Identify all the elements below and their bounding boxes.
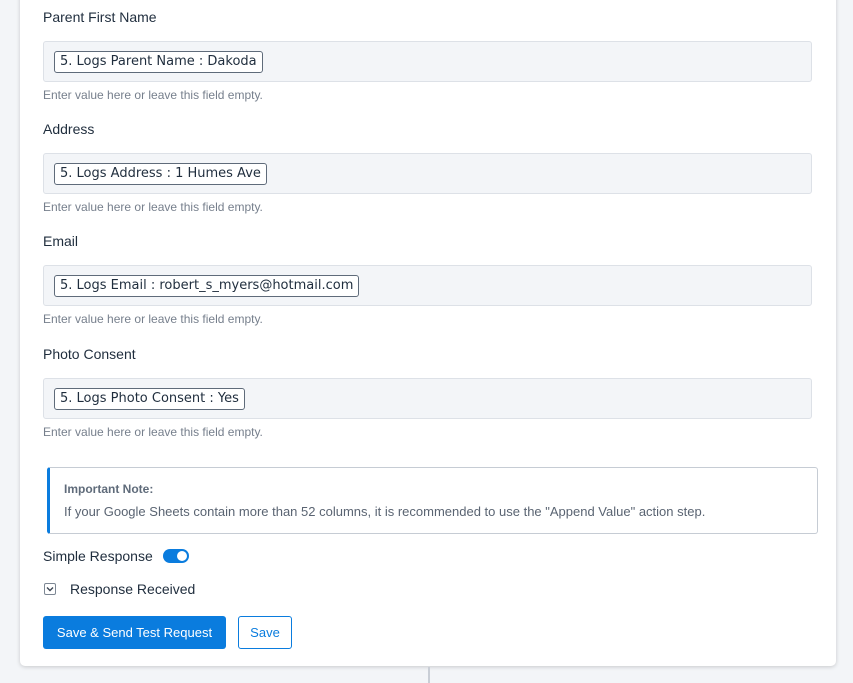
simple-response-toggle[interactable]: [162, 549, 189, 563]
field-input[interactable]: 5. Logs Email : robert_s_myers@hotmail.c…: [43, 265, 812, 306]
note-text: If your Google Sheets contain more than …: [64, 504, 706, 519]
form-card: Parent First Name 5. Logs Parent Name : …: [20, 0, 836, 666]
save-button[interactable]: Save: [238, 616, 292, 649]
field-label: Address: [43, 121, 95, 137]
mapped-value-chip[interactable]: 5. Logs Parent Name : Dakoda: [54, 51, 263, 73]
field-hint: Enter value here or leave this field emp…: [43, 312, 263, 326]
field-label: Email: [43, 233, 79, 249]
chevron-down-icon[interactable]: [44, 583, 56, 595]
simple-response-row: Simple Response: [43, 548, 189, 564]
important-note: Important Note: If your Google Sheets co…: [47, 467, 818, 534]
response-received-row[interactable]: Response Received: [44, 581, 195, 597]
field-input[interactable]: 5. Logs Parent Name : Dakoda: [43, 41, 812, 82]
field-input[interactable]: 5. Logs Address : 1 Humes Ave: [43, 153, 812, 194]
field-photo-consent: Photo Consent 5. Logs Photo Consent : Ye…: [43, 345, 812, 440]
field-hint: Enter value here or leave this field emp…: [43, 200, 263, 214]
mapped-value-chip[interactable]: 5. Logs Photo Consent : Yes: [54, 388, 245, 410]
field-email: Email 5. Logs Email : robert_s_myers@hot…: [43, 232, 812, 327]
note-title: Important Note:: [64, 482, 154, 496]
field-label: Parent First Name: [43, 9, 157, 25]
field-hint: Enter value here or leave this field emp…: [43, 425, 263, 439]
flow-connector-line: [428, 667, 430, 683]
toggle-knob: [176, 551, 187, 561]
mapped-value-chip[interactable]: 5. Logs Address : 1 Humes Ave: [54, 163, 267, 185]
field-parent-first-name: Parent First Name 5. Logs Parent Name : …: [43, 8, 812, 103]
field-hint: Enter value here or leave this field emp…: [43, 88, 263, 102]
mapped-value-chip[interactable]: 5. Logs Email : robert_s_myers@hotmail.c…: [54, 275, 360, 297]
field-input[interactable]: 5. Logs Photo Consent : Yes: [43, 378, 812, 419]
response-received-label: Response Received: [70, 581, 196, 597]
save-and-send-test-request-button[interactable]: Save & Send Test Request: [43, 616, 226, 649]
simple-response-label: Simple Response: [43, 548, 153, 564]
field-address: Address 5. Logs Address : 1 Humes Ave En…: [43, 120, 812, 215]
field-label: Photo Consent: [43, 346, 136, 362]
